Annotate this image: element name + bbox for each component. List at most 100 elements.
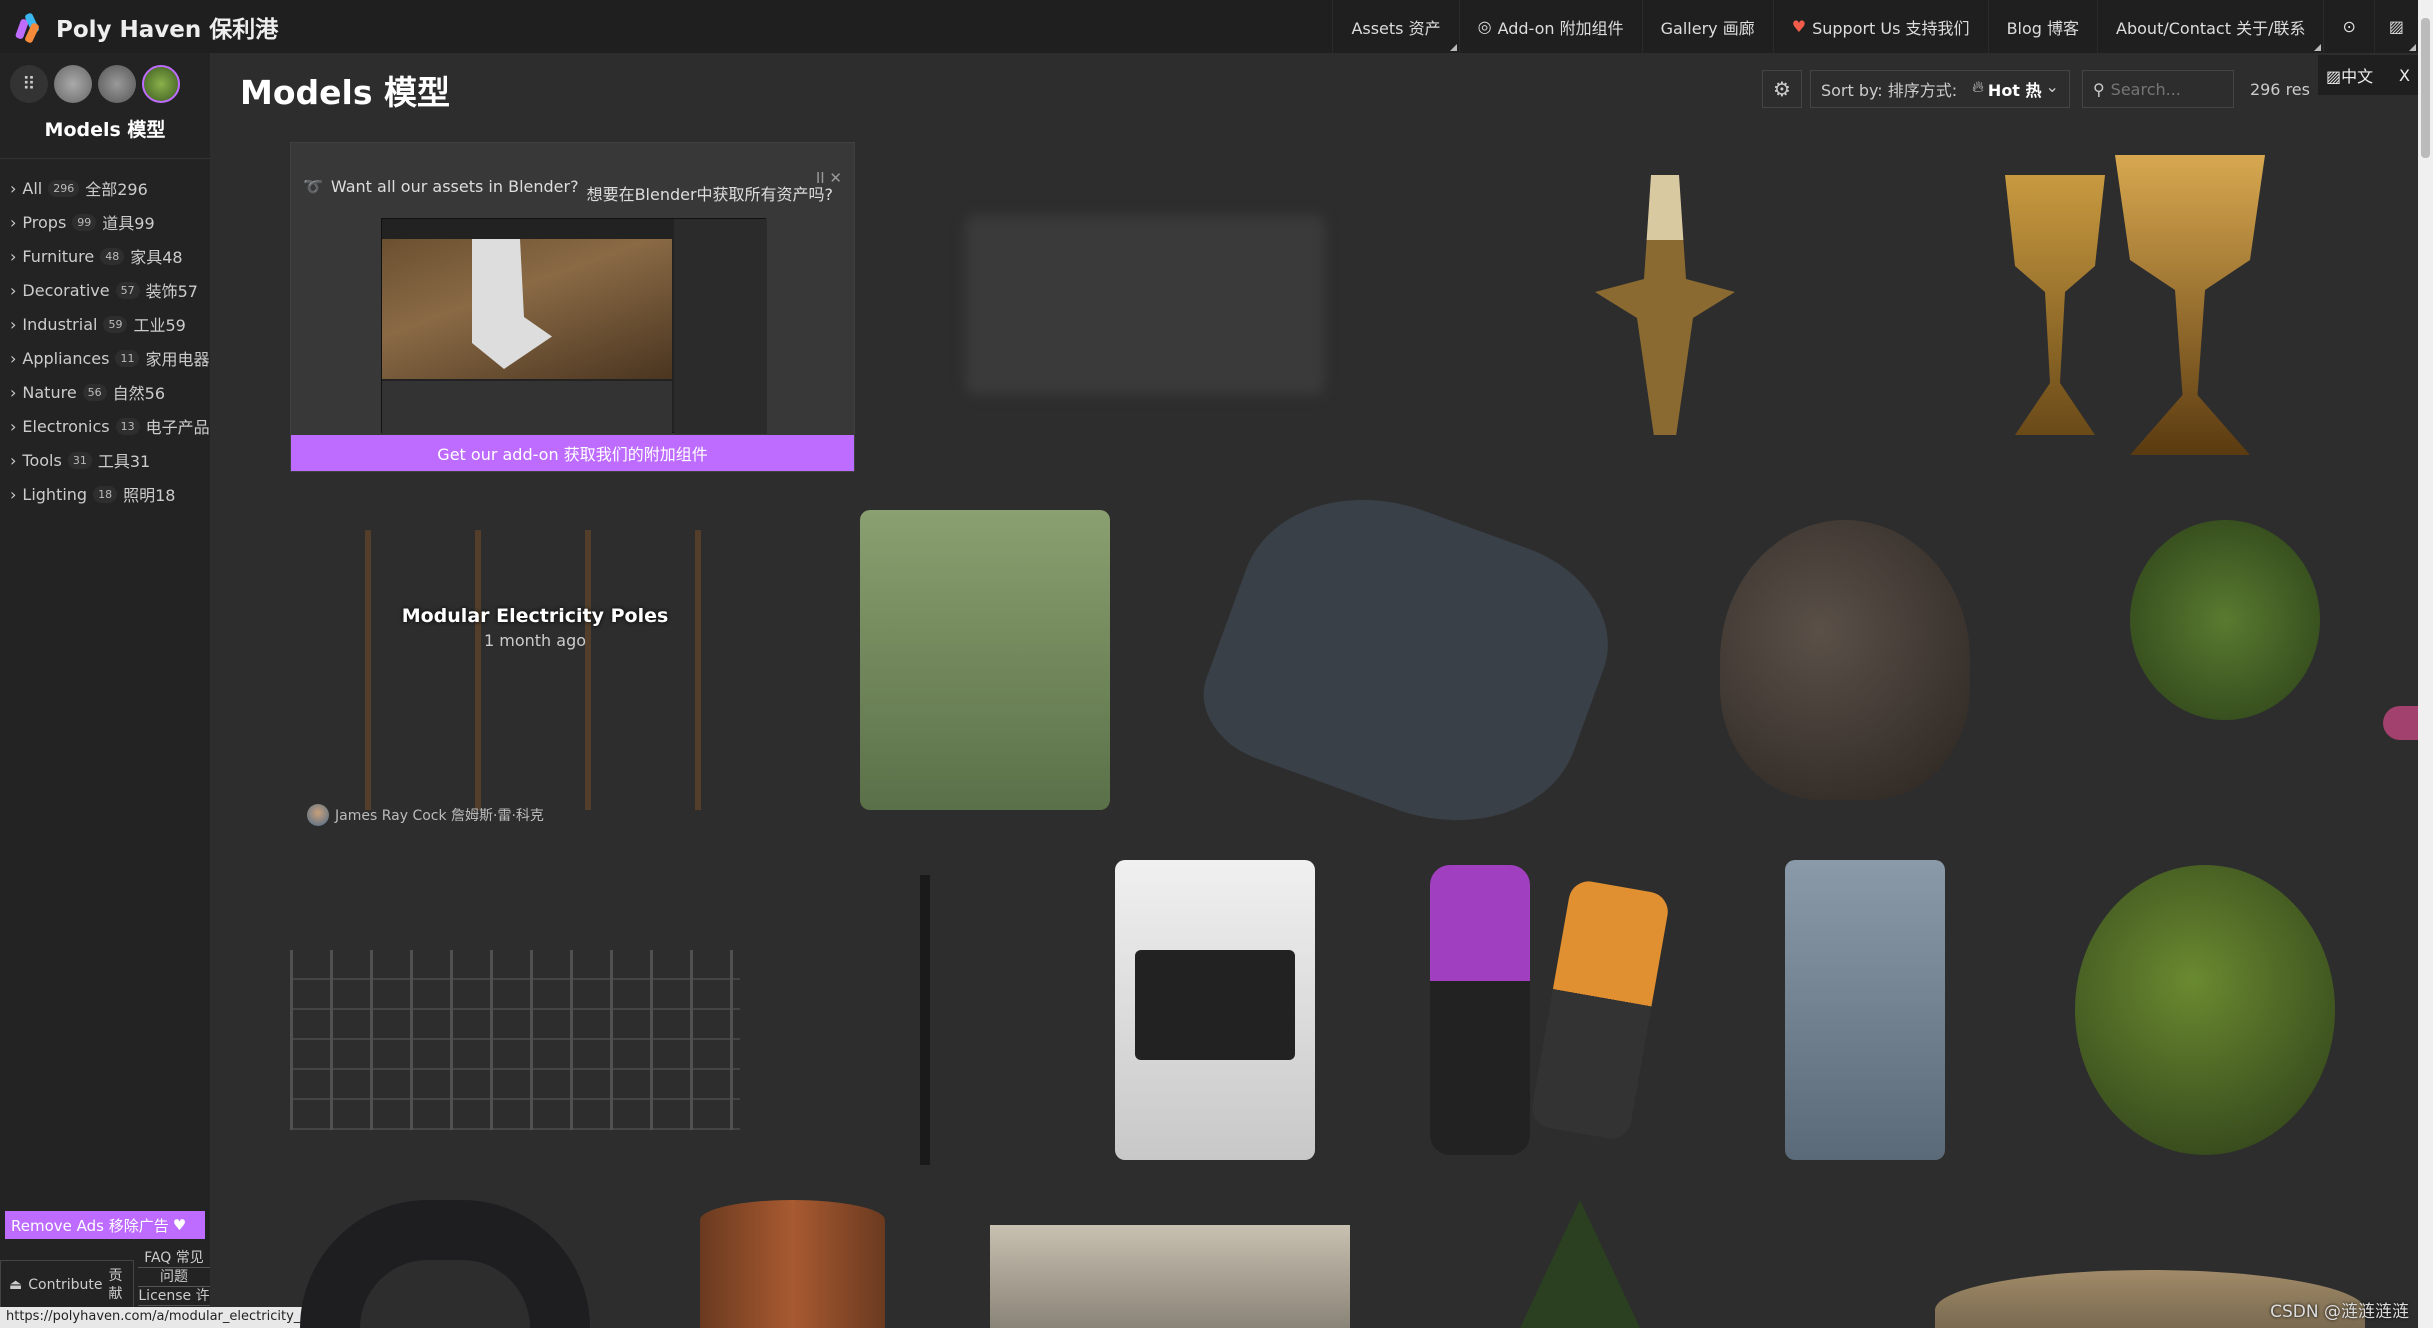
asset-card[interactable] [1186,460,1634,860]
sidebar-item-all[interactable]: › All 296 全部296 [0,171,210,205]
category-label-cn: 照明18 [123,486,176,505]
poly-haven-logo-icon: ➰ [303,176,323,196]
asset-card[interactable] [1765,850,1965,1170]
asset-thumbnail [920,875,930,1165]
dropdown-indicator-icon [2314,44,2322,51]
footer-links: FAQ 常见 问题 License 许 [138,1249,210,1306]
hdri-icon[interactable] [54,65,92,103]
top-header: Poly Haven 保利港 Assets 资产 ◎ Add-on 附加组件 Ga… [0,0,2418,53]
asset-thumbnail [305,530,765,810]
category-label-cn: 工业59 [133,316,186,335]
category-count: 11 [115,349,140,367]
nav-blog[interactable]: Blog 博客 [1987,0,2097,53]
category-count: 13 [115,417,140,435]
asset-card[interactable] [885,860,965,1180]
sidebar-item-furniture[interactable]: › Furniture 48 家具48 [0,239,210,273]
nav-support[interactable]: ♥ Support Us 支持我们 [1772,0,1988,53]
sidebar-item-props[interactable]: › Props 99 道具99 [0,205,210,239]
floating-translate-button[interactable] [2383,706,2418,740]
category-label: Electronics [22,416,110,436]
chevron-right-icon: › [10,484,17,504]
logo[interactable]: Poly Haven 保利港 [14,10,278,44]
license-link[interactable]: License 许 [138,1287,210,1306]
blender-screenshot [381,218,767,434]
ad-text-cn: 想要在Blender中获取所有资产吗? [586,185,834,204]
language-option[interactable]: ▨中文 [2326,63,2373,87]
nav-about[interactable]: About/Contact 关于/联系 [2097,0,2323,53]
texture-icon[interactable] [98,65,136,103]
asset-card[interactable] [945,180,1345,430]
asset-card[interactable] [700,1200,890,1328]
main-nav: Assets 资产 ◎ Add-on 附加组件 Gallery 画廊 ♥ Suppo… [1332,0,2418,53]
sidebar-item-appliances[interactable]: ›Appliances 11 家用电器11 [0,341,210,375]
sort-dropdown[interactable]: Sort by: 排序方式: 🔥︎ Hot 热 ⌄ [1809,70,2070,108]
scrollbar-thumb[interactable] [2421,18,2430,158]
nav-label: Add-on 附加组件 [1497,18,1624,38]
faq-link-cn[interactable]: 问题 [138,1268,210,1287]
card-author[interactable]: James Ray Cock 詹姆斯·雷·科克 [307,804,544,826]
settings-button[interactable]: ⚙ [1762,70,1802,108]
login-button[interactable]: ⊙ [2323,0,2373,53]
nav-assets[interactable]: Assets 资产 [1332,0,1458,53]
category-label: Nature [22,382,77,402]
model-icon[interactable] [142,65,180,103]
asset-card[interactable] [285,890,745,1190]
card-info: Modular Electricity Poles 1 month ago [290,605,780,650]
category-label-cn: 电子产品13 [145,418,210,437]
broken-image-icon: ▨ [2388,17,2404,36]
get-addon-button[interactable]: Get our add-on 获取我们的附加组件 [291,435,854,471]
asset-card[interactable] [2095,500,2355,820]
asset-card[interactable] [1495,150,1835,460]
asset-card[interactable] [295,1200,595,1328]
asset-card[interactable] [1395,850,1685,1170]
watermark: CSDN @涟涟涟涟 [2270,1302,2409,1322]
poly-haven-logo-icon [14,11,42,44]
nav-label: About/Contact 关于/联系 [2116,18,2306,38]
asset-card[interactable] [1500,1200,1760,1328]
asset-thumbnail [290,950,740,1130]
category-count: 296 [48,179,80,197]
sidebar-item-tools[interactable]: › Tools 31 工具31 [0,443,210,477]
asset-card[interactable] [2045,850,2365,1170]
asset-card[interactable] [850,500,1120,820]
category-label-cn: 自然56 [112,384,166,403]
sidebar-item-lighting[interactable]: › Lighting 18 照明18 [0,477,210,511]
search-box[interactable]: ⚲ [2081,70,2234,108]
chevron-right-icon: › [10,416,17,436]
page-scrollbar[interactable] [2418,0,2433,1328]
language-button[interactable]: ▨ [2373,0,2418,53]
ad-controls[interactable]: II ✕ [816,169,842,187]
asset-card[interactable] [990,1225,1350,1328]
asset-thumbnail [700,1200,885,1328]
card-date: 1 month ago [483,631,587,650]
remove-ads-label: Remove Ads 移除广告 [11,1216,169,1235]
search-input[interactable] [2110,79,2221,99]
all-assets-icon[interactable]: ⠿ [10,65,48,103]
nav-gallery[interactable]: Gallery 画廊 [1641,0,1773,53]
sidebar-item-decorative[interactable]: › Decorative 57 装饰57 [0,273,210,307]
asset-card[interactable] [1945,150,2325,460]
asset-card[interactable] [1110,850,1320,1170]
close-icon[interactable]: X [2399,66,2410,85]
sidebar-item-electronics[interactable]: ›Electronics 13 电子产品13 [0,409,210,443]
asset-type-switcher: ⠿ [0,53,210,103]
sidebar-item-industrial[interactable]: › Industrial 59 工业59 [0,307,210,341]
asset-card[interactable] [1705,500,1985,820]
asset-thumbnail [990,1225,1350,1328]
asset-thumbnail [1595,175,1735,435]
category-label-cn: 家用电器11 [145,350,210,369]
nav-label: Support Us 支持我们 [1812,18,1970,38]
card-title: Modular Electricity Poles [401,605,669,627]
search-icon: ⚲ [2092,79,2105,99]
asset-card-hovered[interactable]: Modular Electricity Poles 1 month ago Jam… [290,510,780,830]
nav-addon[interactable]: ◎ Add-on 附加组件 [1458,0,1642,53]
remove-ads-button[interactable]: Remove Ads 移除广告 ♥ [5,1211,205,1239]
contribute-button[interactable]: ⏏ Contribute 贡献 [0,1260,134,1310]
chevron-right-icon: › [10,246,17,266]
asset-thumbnail [300,1200,590,1328]
asset-thumbnail [2130,520,2320,720]
sidebar-item-nature[interactable]: › Nature 56 自然56 [0,375,210,409]
faq-link[interactable]: FAQ 常见 [138,1249,210,1268]
category-list: › All 296 全部296 › Props 99 道具99 › Furniture 48 家具48… [0,159,210,511]
category-label-cn: 装饰57 [145,282,198,301]
